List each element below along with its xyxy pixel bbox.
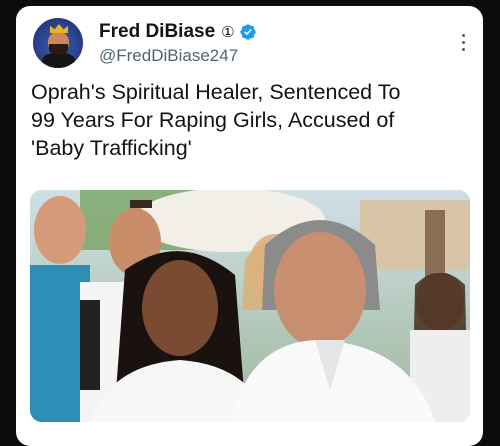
tweet-text-line: 'Baby Trafficking' <box>31 136 192 160</box>
tweet-text-line: Oprah's Spiritual Healer, Sentenced To <box>31 80 401 104</box>
tweet-text-line: 99 Years For Raping Girls, Accused of <box>31 108 395 132</box>
tweet-photo[interactable] <box>30 190 470 422</box>
affiliation-badge-icon: ① <box>221 23 235 41</box>
tweet-card[interactable]: Fred DiBiase ① @FredDiBiase247 Oprah's S… <box>16 6 483 446</box>
photo-of-people-group <box>30 190 470 422</box>
verified-badge-icon <box>239 24 256 40</box>
more-vertical-icon[interactable] <box>462 34 466 52</box>
author-display-name[interactable]: Fred DiBiase <box>99 21 215 43</box>
crown-icon <box>50 24 68 33</box>
tweet-text: Oprah's Spiritual Healer, Sentenced To 9… <box>31 78 471 162</box>
tweet-header: Fred DiBiase ① @FredDiBiase247 <box>16 6 483 82</box>
author-avatar[interactable] <box>33 18 83 68</box>
author-handle[interactable]: @FredDiBiase247 <box>99 46 238 66</box>
author-name-row: Fred DiBiase ① <box>99 20 257 44</box>
